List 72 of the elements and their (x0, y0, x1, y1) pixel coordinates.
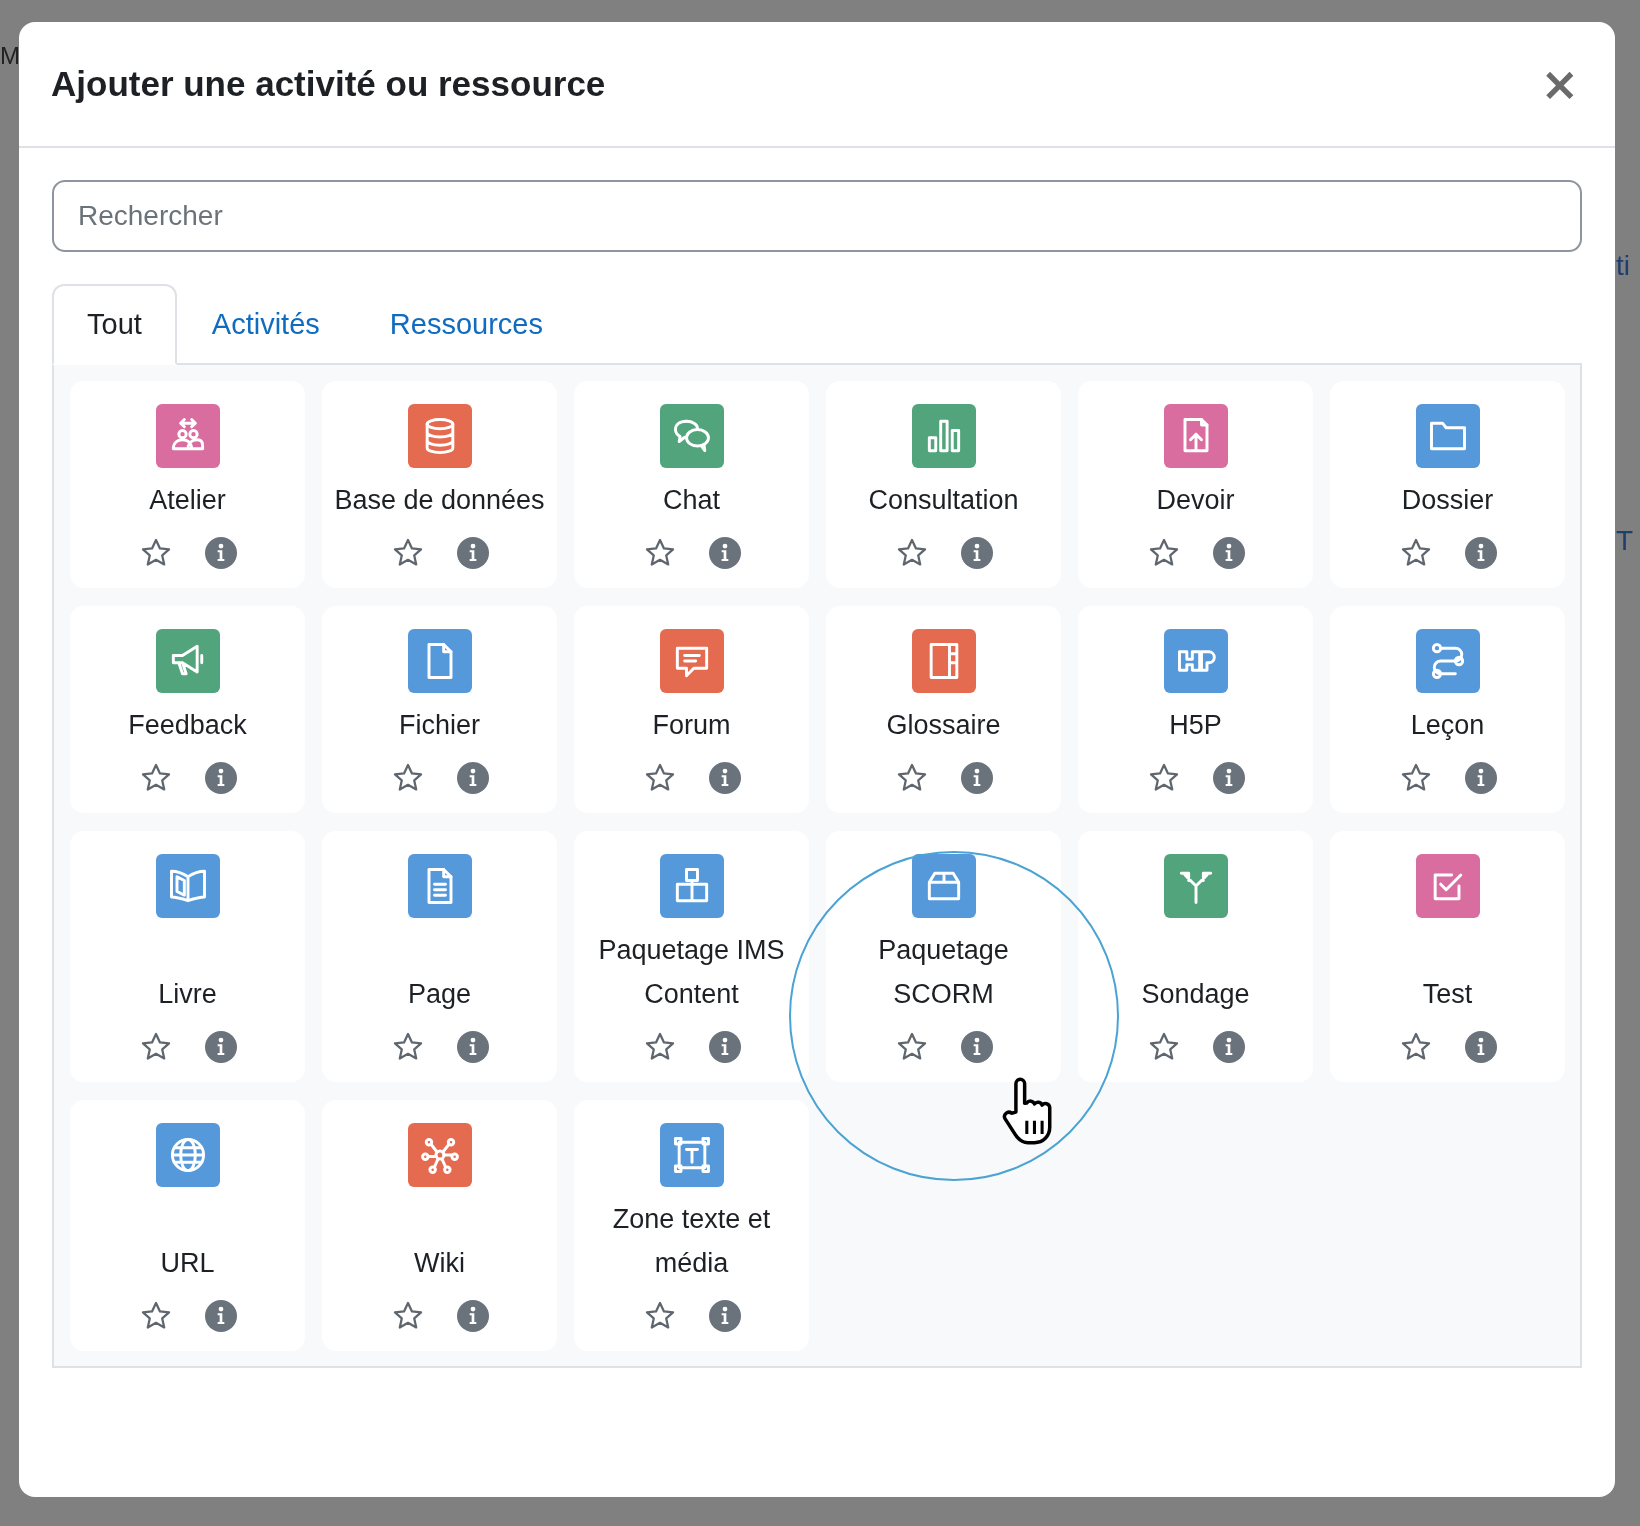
activity-label: Paquetage SCORM (877, 934, 1010, 1011)
activity-card[interactable]: Wiki (322, 1100, 557, 1351)
activity-label: URL (160, 1247, 215, 1280)
info-icon[interactable] (960, 537, 993, 569)
info-icon[interactable] (204, 537, 237, 569)
info-icon[interactable] (1464, 1031, 1497, 1063)
info-icon[interactable] (1464, 762, 1497, 794)
activity-label: Atelier (149, 484, 226, 517)
activity-label: Consultation (868, 484, 1019, 517)
activity-label: H5P (1169, 709, 1222, 742)
info-icon[interactable] (456, 1031, 489, 1063)
tab[interactable]: Activités (176, 284, 355, 365)
activity-card[interactable]: Devoir (1078, 381, 1313, 588)
info-icon[interactable] (708, 762, 741, 794)
info-icon[interactable] (708, 537, 741, 569)
activity-label: Sondage (1141, 978, 1250, 1011)
activity-card[interactable]: Livre (70, 831, 305, 1082)
activity-card[interactable]: Leçon (1330, 606, 1565, 813)
activity-card[interactable]: Fichier (322, 606, 557, 813)
info-icon[interactable] (960, 762, 993, 794)
info-icon[interactable] (1464, 537, 1497, 569)
activity-card[interactable]: Dossier (1330, 381, 1565, 588)
activity-card[interactable]: Chat (574, 381, 809, 588)
page-text: T (1616, 525, 1635, 557)
info-icon[interactable] (204, 1031, 237, 1063)
activity-label: Fichier (399, 709, 480, 742)
activity-card[interactable]: Base de données (322, 381, 557, 588)
info-icon[interactable] (1212, 1031, 1245, 1063)
page-text: M (0, 42, 20, 70)
activity-card[interactable]: Paquetage SCORM (826, 831, 1061, 1082)
info-icon[interactable] (456, 762, 489, 794)
info-icon[interactable] (456, 1300, 489, 1332)
activity-card[interactable]: H5P (1078, 606, 1313, 813)
activity-card[interactable]: Test (1330, 831, 1565, 1082)
activity-label: Wiki (414, 1247, 465, 1280)
activity-card[interactable]: URL (70, 1100, 305, 1351)
activity-card[interactable]: Page (322, 831, 557, 1082)
activity-label: Page (407, 978, 472, 1011)
activity-label: Base de données (334, 484, 545, 517)
activity-label: Zone texte et média (611, 1203, 772, 1280)
info-icon[interactable] (1212, 537, 1245, 569)
activity-label: Leçon (1410, 709, 1485, 742)
activity-label: Dossier (1401, 484, 1494, 517)
page-text: ti (1616, 250, 1631, 282)
activity-label: Chat (662, 484, 720, 517)
activity-label: Devoir (1156, 484, 1235, 517)
info-icon[interactable] (456, 537, 489, 569)
activity-label: Test (1422, 978, 1473, 1011)
activity-label: Forum (652, 709, 731, 742)
activity-card[interactable]: Consultation (826, 381, 1061, 588)
activity-label: Paquetage IMS Content (597, 934, 786, 1011)
activity-card[interactable]: Feedback (70, 606, 305, 813)
activity-card[interactable]: Sondage (1078, 831, 1313, 1082)
activity-card[interactable]: Glossaire (826, 606, 1061, 813)
info-icon[interactable] (960, 1031, 993, 1063)
activity-label: Livre (158, 978, 217, 1011)
info-icon[interactable] (708, 1031, 741, 1063)
info-icon[interactable] (708, 1300, 741, 1332)
activity-card[interactable]: Forum (574, 606, 809, 813)
activity-card[interactable]: Zone texte et média (574, 1100, 809, 1351)
close-button[interactable]: × (1536, 61, 1583, 107)
activity-label: Feedback (128, 709, 247, 742)
tab[interactable]: Ressources (354, 284, 578, 365)
info-icon[interactable] (1212, 762, 1245, 794)
tab[interactable]: Tout (52, 284, 177, 365)
activity-card[interactable]: Paquetage IMS Content (574, 831, 809, 1082)
info-icon[interactable] (204, 762, 237, 794)
dialog-title: Ajouter une activité ou ressource (51, 64, 606, 104)
info-icon[interactable] (204, 1300, 237, 1332)
search-field[interactable]: Rechercher (52, 180, 1582, 252)
activity-label: Glossaire (886, 709, 1001, 742)
activity-card[interactable]: Atelier (70, 381, 305, 588)
